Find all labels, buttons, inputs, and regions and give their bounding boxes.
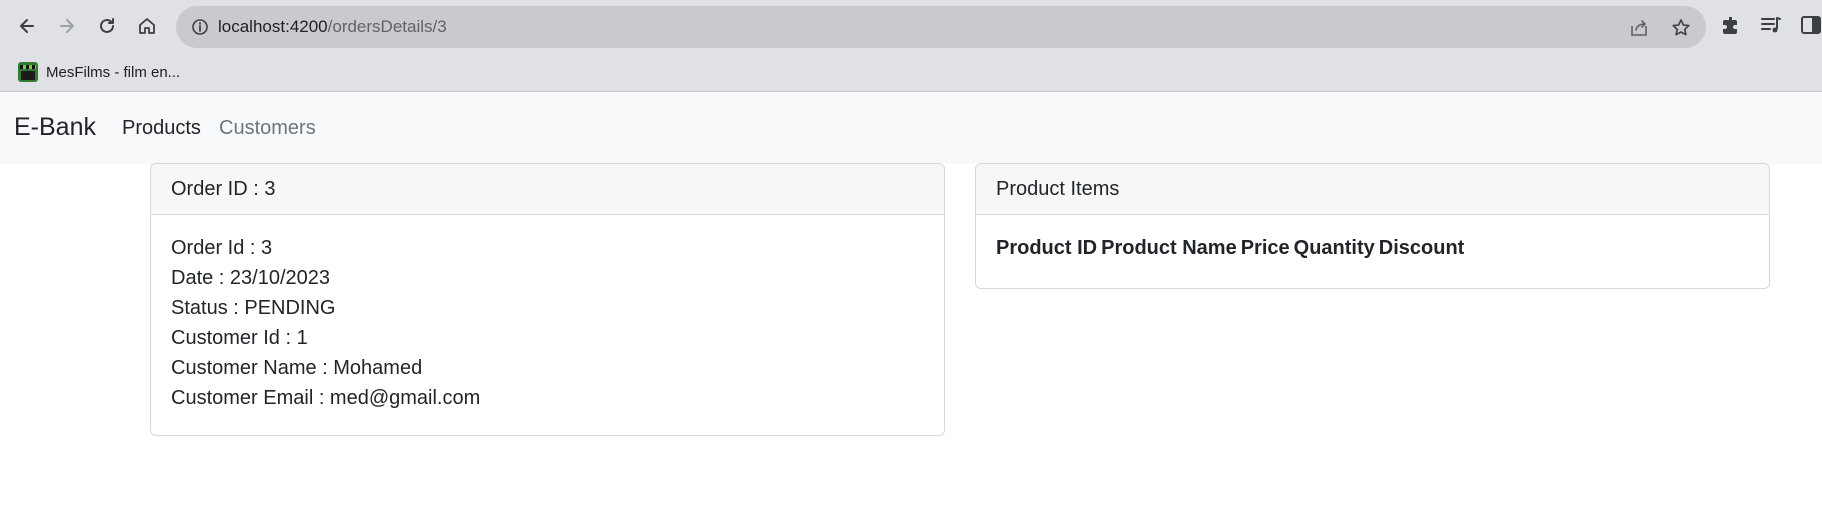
order-id-line: Order Id : 3: [171, 237, 273, 259]
url-path: /ordersDetails/3: [327, 17, 447, 36]
forward-arrow-icon: [60, 19, 74, 33]
side-panel-icon[interactable]: [1799, 13, 1822, 37]
product-items-header: Product Items: [976, 164, 1769, 215]
bookmark-mesfilms[interactable]: MesFilms - film en...: [18, 59, 180, 85]
customer-name-line: Customer Name : Mohamed: [171, 357, 423, 379]
home-button[interactable]: [133, 12, 161, 40]
nav-link-customers[interactable]: Customers: [219, 117, 316, 140]
url-host: localhost:4200: [218, 17, 328, 36]
order-card-header: Order ID : 3: [151, 164, 944, 215]
column-header-quantity: Quantity: [1293, 237, 1375, 259]
brand-logo[interactable]: E-Bank: [14, 113, 96, 142]
back-button[interactable]: [13, 12, 41, 40]
url-text[interactable]: localhost:4200/ordersDetails/3: [218, 17, 447, 37]
column-header-product-id: Product ID: [996, 237, 1098, 259]
order-status-line: Status : PENDING: [171, 297, 336, 319]
home-icon: [139, 18, 155, 34]
back-arrow-icon: [20, 19, 34, 33]
info-icon[interactable]: [190, 17, 210, 37]
customer-id-line: Customer Id : 1: [171, 327, 308, 349]
nav-link-products[interactable]: Products: [122, 117, 201, 140]
bookmark-favicon: [18, 62, 38, 82]
forward-button[interactable]: [53, 12, 81, 40]
media-queue-icon[interactable]: [1759, 13, 1783, 37]
extensions-icon[interactable]: [1719, 13, 1743, 37]
bookmarks-bar: MesFilms - film en...: [0, 52, 1822, 92]
column-header-product-name: Product Name: [1101, 237, 1237, 259]
product-items-card: Product Items Product ID Product Name Pr…: [975, 163, 1770, 289]
reload-icon: [100, 18, 114, 33]
reload-button[interactable]: [93, 12, 121, 40]
order-card-body: Order Id : 3 Date : 23/10/2023 Status : …: [151, 215, 944, 431]
star-icon[interactable]: [1670, 17, 1692, 39]
browser-toolbar: localhost:4200/ordersDetails/3: [0, 0, 1822, 52]
order-details-card: Order ID : 3 Order Id : 3 Date : 23/10/2…: [150, 163, 945, 436]
address-bar[interactable]: localhost:4200/ordersDetails/3: [176, 6, 1706, 48]
customer-email-line: Customer Email : med@gmail.com: [171, 387, 481, 409]
column-header-price: Price: [1240, 237, 1290, 259]
app-navbar: E-Bank Products Customers: [0, 93, 1822, 164]
column-header-discount: Discount: [1378, 237, 1465, 259]
share-icon[interactable]: [1628, 17, 1650, 39]
order-date-line: Date : 23/10/2023: [171, 267, 331, 289]
bookmark-label: MesFilms - film en...: [46, 63, 181, 81]
product-table-header: Product ID Product Name Price Quantity D…: [996, 233, 1749, 260]
product-items-body: Product ID Product Name Price Quantity D…: [976, 215, 1769, 278]
